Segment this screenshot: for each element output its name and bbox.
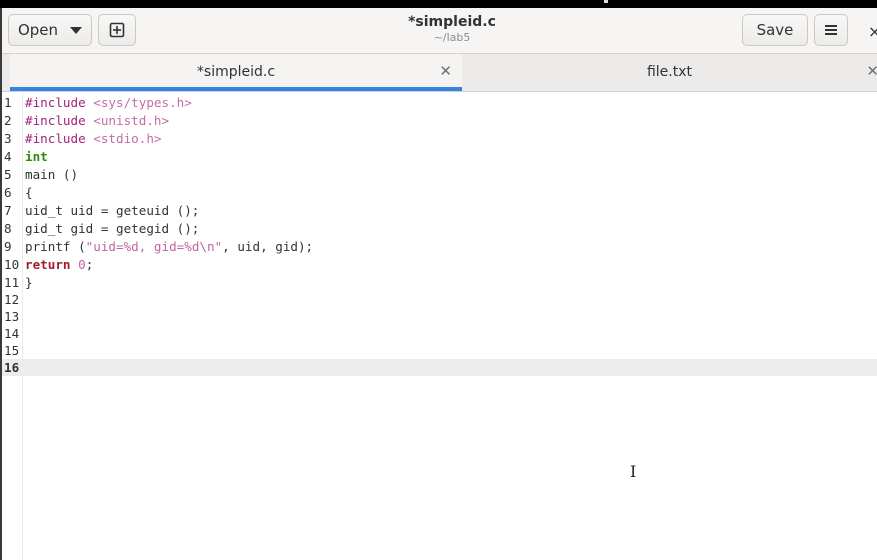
code-line[interactable]: 1 #include <sys/types.h>	[2, 94, 877, 111]
code-text: printf ("uid=%d, gid=%d\n", uid, gid);	[25, 238, 313, 255]
line-number: 13	[4, 309, 20, 324]
code-token: , uid, gid);	[222, 239, 314, 254]
code-line[interactable]: 16	[2, 359, 877, 376]
code-line[interactable]: 10 return 0;	[2, 256, 877, 273]
code-token: gid_t gid = getegid ();	[25, 221, 200, 236]
code-token: 0	[78, 257, 86, 272]
menu-button[interactable]	[814, 14, 848, 46]
line-number: 7	[4, 203, 12, 218]
code-token: }	[25, 275, 33, 290]
line-number: 10	[4, 257, 20, 272]
code-token: uid_t uid = geteuid ();	[25, 203, 200, 218]
line-number: 14	[4, 326, 20, 341]
code-token: "uid=%d, gid=%d\n"	[85, 239, 223, 254]
code-token: printf (	[25, 239, 86, 254]
tab-file-txt[interactable]: file.txt ✕	[462, 54, 877, 91]
line-number: 5	[4, 167, 12, 182]
open-button[interactable]: Open	[8, 14, 92, 46]
hamburger-menu-icon	[825, 25, 837, 35]
code-line[interactable]: 12	[2, 291, 877, 308]
text-cursor-icon: I	[630, 462, 637, 481]
new-document-icon	[109, 22, 125, 38]
line-number: 15	[4, 343, 20, 358]
line-number: 2	[4, 113, 12, 128]
open-button-label: Open	[17, 21, 59, 39]
close-icon: ×	[868, 22, 877, 41]
code-line[interactable]: 5 main ()	[2, 166, 877, 183]
code-text: {	[25, 184, 33, 201]
tab-simpleid[interactable]: *simpleid.c ✕	[10, 54, 462, 91]
line-number: 11	[4, 275, 20, 290]
code-token: <stdio.h>	[93, 131, 162, 146]
code-token: ;	[85, 257, 94, 272]
code-text: #include <stdio.h>	[25, 130, 162, 147]
line-number: 8	[4, 221, 12, 236]
code-token: return	[25, 257, 71, 272]
code-text: #include <unistd.h>	[25, 112, 169, 129]
close-icon[interactable]: ✕	[866, 62, 877, 80]
code-text: uid_t uid = geteuid ();	[25, 202, 199, 219]
tab-label: *simpleid.c	[196, 64, 276, 80]
tab-label: file.txt	[646, 64, 693, 80]
line-number: 4	[4, 149, 12, 164]
line-number: 12	[4, 292, 20, 307]
tab-bar: *simpleid.c ✕ file.txt ✕	[2, 54, 877, 92]
line-number: 16	[4, 360, 20, 375]
code-token: <sys/types.h>	[93, 95, 192, 110]
code-text: return 0;	[25, 256, 93, 273]
code-line[interactable]: 11}	[2, 274, 877, 291]
code-line[interactable]: 2 #include <unistd.h>	[2, 112, 877, 129]
window-subtitle: ~/lab5	[433, 31, 471, 44]
code-text: }	[25, 274, 33, 291]
code-token: #include	[25, 113, 94, 128]
top-bar-strip	[0, 0, 877, 8]
new-document-button[interactable]	[98, 14, 136, 46]
code-line[interactable]: 3 #include <stdio.h>	[2, 130, 877, 147]
code-line[interactable]: 8 gid_t gid = getegid ();	[2, 220, 877, 237]
header-bar: Open *simpleid.c ~/lab5 Save ×	[2, 8, 877, 54]
code-token: int	[25, 149, 48, 164]
code-line[interactable]: 15	[2, 342, 877, 359]
code-token: main ()	[25, 167, 79, 182]
code-token: <unistd.h>	[93, 113, 170, 128]
save-button[interactable]: Save	[742, 14, 808, 46]
code-text: gid_t gid = getegid ();	[25, 220, 199, 237]
close-icon[interactable]: ✕	[439, 62, 452, 80]
code-text: main ()	[25, 166, 78, 183]
line-number: 6	[4, 185, 12, 200]
chevron-down-icon	[70, 26, 83, 34]
code-line[interactable]: 9 printf ("uid=%d, gid=%d\n", uid, gid);	[2, 238, 877, 255]
line-number: 3	[4, 131, 12, 146]
code-line[interactable]: 13	[2, 308, 877, 325]
line-number: 1	[4, 95, 12, 110]
window-close-button[interactable]: ×	[868, 22, 877, 41]
window-title-block: *simpleid.c ~/lab5	[342, 13, 562, 45]
code-line[interactable]: 6{	[2, 184, 877, 201]
code-text: int	[25, 148, 48, 165]
code-token: #include	[25, 95, 94, 110]
code-text: #include <sys/types.h>	[25, 94, 192, 111]
code-line[interactable]: 14	[2, 325, 877, 342]
line-number: 9	[4, 239, 12, 254]
code-line[interactable]: 7 uid_t uid = geteuid ();	[2, 202, 877, 219]
code-editor[interactable]: 1 #include <sys/types.h> 2 #include <unistd…	[2, 92, 877, 560]
code-line[interactable]: 4 int	[2, 148, 877, 165]
window-title: *simpleid.c	[408, 14, 496, 30]
code-token: {	[25, 185, 33, 200]
code-token: #include	[25, 131, 94, 146]
